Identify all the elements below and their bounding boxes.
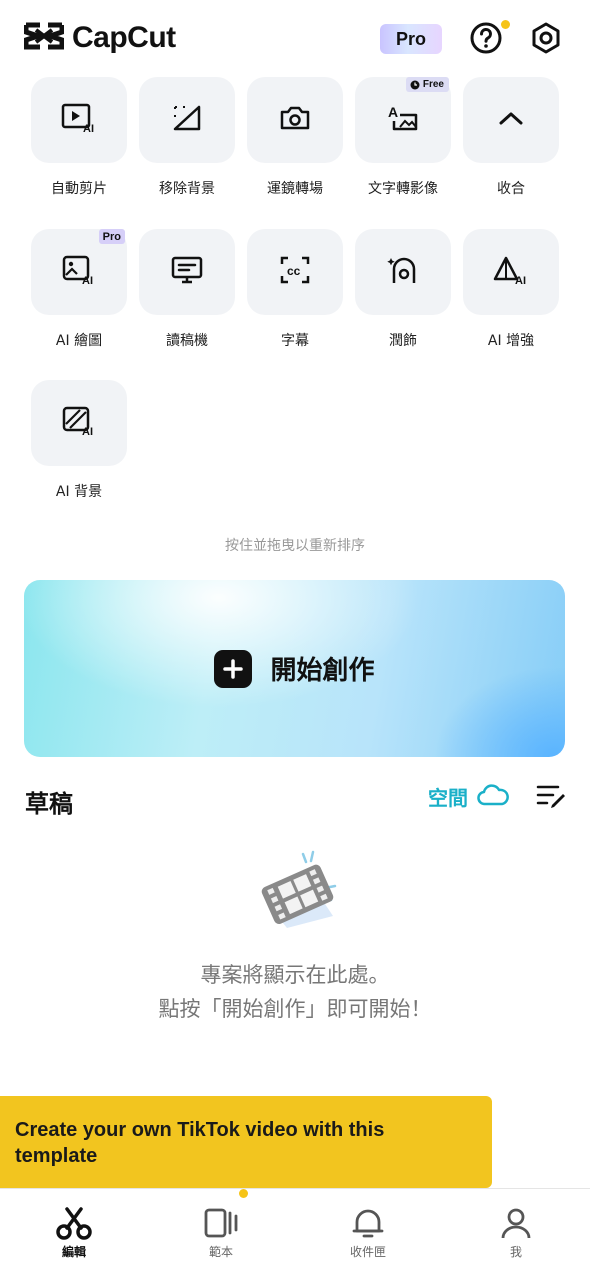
- svg-text:AI: AI: [83, 123, 94, 133]
- free-tag-label: Free: [422, 79, 444, 90]
- tool-collapse-tile[interactable]: [463, 77, 559, 163]
- tool-label: 收合: [497, 181, 525, 197]
- start-create-button[interactable]: 開始創作: [24, 580, 565, 757]
- teleprompter-icon: [170, 255, 204, 289]
- tool-retouch-tile[interactable]: [355, 229, 451, 315]
- nav-label-me: 我: [509, 1245, 522, 1259]
- plus-icon: [214, 649, 253, 688]
- bell-icon: [318, 1205, 418, 1241]
- drafts-title: 草稿: [25, 790, 73, 818]
- camera-icon: [278, 104, 312, 136]
- free-tag: Free: [405, 77, 449, 92]
- nav-label-edit: 編輯: [61, 1245, 86, 1259]
- tool-label: AI 增強: [487, 333, 535, 349]
- tool-text-to-image[interactable]: Free A 文字轉影像: [355, 77, 451, 198]
- help-button[interactable]: [466, 20, 506, 60]
- settings-button[interactable]: [526, 20, 566, 60]
- tool-remove-background-tile[interactable]: [139, 77, 235, 163]
- text-to-image-icon: A: [386, 103, 420, 137]
- ai-enhance-icon: AI: [493, 255, 529, 289]
- cloud-space-button[interactable]: 空間: [428, 782, 510, 811]
- tool-ai-drawing[interactable]: Pro AI AI 繪圖: [31, 229, 127, 350]
- tool-remove-background[interactable]: 移除背景: [139, 77, 235, 198]
- tool-collapse[interactable]: 收合: [463, 77, 559, 198]
- tool-ai-enhance-tile[interactable]: AI: [463, 229, 559, 315]
- start-create-label: 開始創作: [270, 656, 375, 686]
- templates-notification-dot: [239, 1189, 248, 1198]
- nav-item-me[interactable]: 我: [466, 1205, 566, 1260]
- svg-text:AI: AI: [82, 275, 93, 285]
- retouch-icon: [386, 255, 420, 289]
- nav-item-inbox[interactable]: 收件匣: [318, 1205, 418, 1260]
- tool-teleprompter-tile[interactable]: [139, 229, 235, 315]
- tool-label: 自動剪片: [51, 181, 107, 197]
- nav-item-templates[interactable]: 範本: [171, 1205, 271, 1260]
- tool-captions-tile[interactable]: cc: [247, 229, 343, 315]
- ai-drawing-icon: AI: [62, 255, 96, 289]
- tool-label: AI 繪圖: [55, 333, 103, 349]
- chevron-up-icon: [498, 110, 524, 130]
- empty-drafts-message: 專案將顯示在此處。 點按「開始創作」即可開始！: [0, 958, 590, 1026]
- nav-label-templates: 範本: [208, 1245, 233, 1259]
- empty-drafts-illustration: [253, 848, 345, 934]
- pro-badge-button[interactable]: Pro: [380, 24, 442, 54]
- svg-text:AI: AI: [82, 426, 93, 436]
- tool-ai-enhance[interactable]: AI AI 增強: [463, 229, 559, 350]
- svg-text:AI: AI: [515, 275, 526, 285]
- tool-label: 運鏡轉場: [267, 181, 323, 197]
- tool-captions[interactable]: cc 字幕: [247, 229, 343, 350]
- manage-drafts-button[interactable]: [535, 783, 567, 813]
- template-icon: [171, 1205, 271, 1241]
- settings-icon: [529, 21, 563, 59]
- tool-auto-cut[interactable]: AI 自動剪片: [31, 77, 127, 198]
- nav-item-edit[interactable]: 編輯: [24, 1205, 124, 1260]
- remove-background-icon: [171, 104, 203, 136]
- tooltip-text: Create your own TikTok video with this t…: [15, 1119, 385, 1167]
- notification-dot: [501, 20, 510, 29]
- tool-camera-transition-tile[interactable]: [247, 77, 343, 163]
- tool-text-to-image-tile[interactable]: Free A: [355, 77, 451, 163]
- edit-list-icon: [535, 785, 567, 813]
- app-name: CapCut: [72, 21, 176, 54]
- empty-message-line1: 專案將顯示在此處。: [200, 963, 390, 987]
- tool-auto-cut-tile[interactable]: AI: [31, 77, 127, 163]
- bottom-nav: 編輯 範本 收件匣 我: [0, 1188, 590, 1281]
- svg-text:cc: cc: [287, 264, 301, 278]
- auto-cut-icon: AI: [61, 103, 97, 137]
- tool-label: 讀稿機: [166, 333, 208, 349]
- tool-label: 潤飾: [389, 333, 417, 349]
- cloud-icon: [476, 783, 510, 811]
- tool-label: 字幕: [281, 333, 309, 349]
- tool-label: AI 背景: [55, 484, 103, 500]
- pro-tag: Pro: [98, 229, 125, 244]
- tool-retouch[interactable]: 潤飾: [355, 229, 451, 350]
- tool-ai-background-tile[interactable]: AI: [31, 380, 127, 466]
- tool-camera-transition[interactable]: 運鏡轉場: [247, 77, 343, 198]
- tool-ai-background[interactable]: AI AI 背景: [31, 380, 127, 501]
- tool-label: 移除背景: [159, 181, 215, 197]
- svg-text:A: A: [388, 104, 398, 120]
- clock-icon: [410, 80, 420, 89]
- space-label: 空間: [428, 786, 468, 810]
- tool-label: 文字轉影像: [368, 181, 438, 197]
- captions-icon: cc: [279, 255, 311, 289]
- reorder-hint: 按住並拖曳以重新排序: [225, 538, 365, 554]
- profile-icon: [466, 1205, 566, 1241]
- capcut-logo-icon: [23, 20, 65, 56]
- empty-message-line2: 點按「開始創作」即可開始！: [158, 997, 432, 1021]
- template-tooltip[interactable]: Create your own TikTok video with this t…: [0, 1096, 492, 1188]
- app-logo: CapCut: [23, 20, 176, 56]
- tool-ai-drawing-tile[interactable]: Pro AI: [31, 229, 127, 315]
- ai-background-icon: AI: [62, 406, 96, 440]
- tool-teleprompter[interactable]: 讀稿機: [139, 229, 235, 350]
- help-icon: [469, 21, 503, 59]
- nav-label-inbox: 收件匣: [349, 1245, 386, 1259]
- scissors-icon: [24, 1205, 124, 1241]
